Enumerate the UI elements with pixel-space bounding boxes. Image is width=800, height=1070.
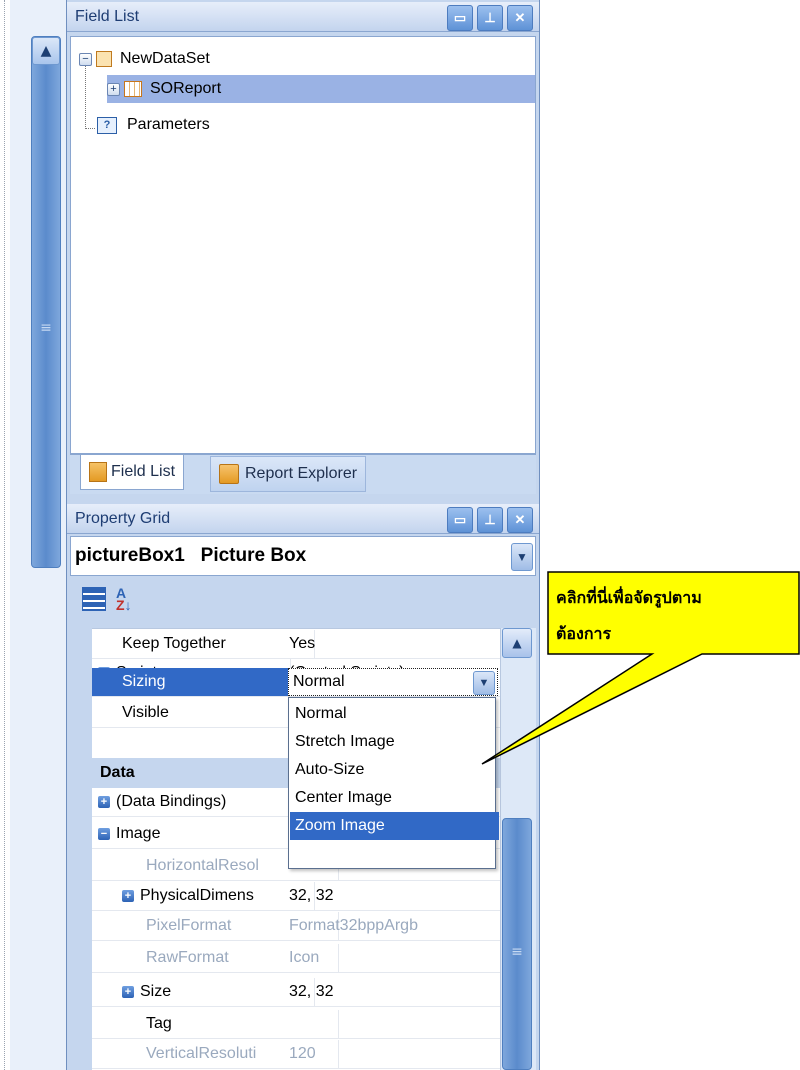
table-icon xyxy=(124,81,142,97)
chevron-down-icon[interactable]: ▼ xyxy=(511,543,533,571)
property-row-raw-format[interactable]: RawFormat Icon xyxy=(92,944,500,973)
expand-icon[interactable]: + xyxy=(98,796,110,808)
property-grid-titlebar: Property Grid ▭ ⊥ ✕ xyxy=(67,504,539,534)
option-center-image[interactable]: Center Image xyxy=(290,784,499,812)
grip-icon: ≡ xyxy=(40,320,52,336)
window-position-icon[interactable]: ▭ xyxy=(447,5,473,31)
close-icon[interactable]: ✕ xyxy=(507,507,533,533)
window-position-icon[interactable]: ▭ xyxy=(447,507,473,533)
expand-icon[interactable]: + xyxy=(122,986,134,998)
dotted-guide xyxy=(4,0,5,1070)
property-grid-title: Property Grid xyxy=(75,509,171,527)
close-icon[interactable]: ✕ xyxy=(507,5,533,31)
field-list-titlebar: Field List ▭ ⊥ ✕ xyxy=(67,2,539,32)
pin-icon[interactable]: ⊥ xyxy=(477,5,503,31)
field-list-icon xyxy=(89,462,107,482)
callout-text: คลิกที่นี่เพื่อจัดรูปตาม ต้องการ xyxy=(556,580,792,652)
option-zoom-image[interactable]: Zoom Image xyxy=(290,812,499,840)
sort-alphabetical-icon[interactable]: A Z↓ xyxy=(116,586,132,612)
dataset-icon xyxy=(96,51,112,67)
property-row-tag[interactable]: Tag xyxy=(92,1010,500,1039)
tab-field-list[interactable]: Field List xyxy=(80,455,185,490)
tree-item-soreport[interactable]: + SOReport xyxy=(107,75,535,103)
field-list-tabstrip: Field List Report Explorer xyxy=(70,454,536,494)
grip-icon: ≡ xyxy=(511,944,523,960)
property-row-keep-together[interactable]: Keep Together Yes xyxy=(92,630,500,659)
pin-icon[interactable]: ⊥ xyxy=(477,507,503,533)
field-list-title: Field List xyxy=(75,7,140,25)
expand-icon[interactable]: + xyxy=(107,82,120,96)
selected-object-name: pictureBox1 Picture Box xyxy=(75,545,307,566)
callout-line-2: ต้องการ xyxy=(556,624,612,643)
grid-gutter xyxy=(70,628,92,1070)
tree-item-parameters[interactable]: ? Parameters xyxy=(97,111,214,139)
left-scrollbar-thumb[interactable] xyxy=(31,36,61,568)
callout-line-1: คลิกที่นี่เพื่อจัดรูปตาม xyxy=(556,588,702,607)
scroll-up-icon[interactable]: ▲ xyxy=(32,37,60,65)
tree-item-newdataset[interactable]: − NewDataSet xyxy=(79,45,214,73)
property-row-size[interactable]: + Size 32, 32 xyxy=(92,978,500,1007)
property-row-vertical-resolution[interactable]: VerticalResoluti 120 xyxy=(92,1040,500,1069)
property-row-physical-dimension[interactable]: + PhysicalDimens 32, 32 xyxy=(92,882,500,911)
collapse-icon[interactable]: − xyxy=(98,828,110,840)
categorized-icon[interactable] xyxy=(82,587,106,611)
expand-icon[interactable]: + xyxy=(122,890,134,902)
tab-report-explorer[interactable]: Report Explorer xyxy=(210,456,367,492)
property-row-pixel-format[interactable]: PixelFormat Format32bppArgb xyxy=(92,912,500,941)
collapse-icon[interactable]: − xyxy=(79,52,92,66)
report-explorer-icon xyxy=(219,464,239,484)
field-list-tree: − NewDataSet + SOReport ? Parameters xyxy=(70,36,536,454)
parameters-icon: ? xyxy=(97,116,117,134)
